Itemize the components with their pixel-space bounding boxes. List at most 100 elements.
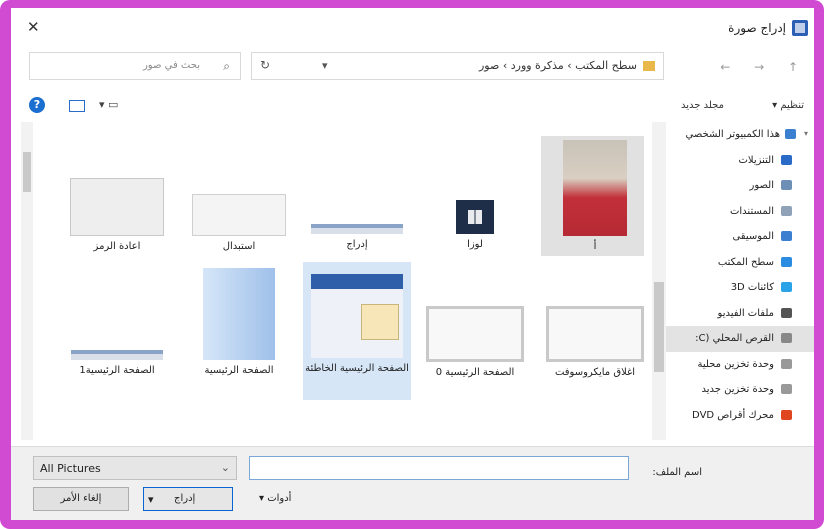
address-bar[interactable]: سطح المكتب › مذكرة وورد › صور ▾ ↻: [251, 52, 664, 80]
3d-objects-icon: [781, 282, 792, 292]
sidebar-item-label: سطح المكتب: [717, 256, 774, 268]
drive-icon: [781, 333, 792, 343]
folder-icon: [643, 61, 655, 71]
sidebar-item[interactable]: المستندات: [652, 199, 814, 225]
file-tile[interactable]: استبدال: [185, 136, 293, 256]
sidebar-item[interactable]: كائنات 3D: [652, 275, 814, 301]
nav-scrollbar[interactable]: [652, 122, 666, 440]
cancel-button[interactable]: إلغاء الأمر: [33, 487, 129, 511]
file-name-label: الصفحة الرئيسية: [204, 365, 274, 376]
bottom-bar: اسم الملف: All Pictures ⌄ أدوات ▾ إدراج …: [11, 446, 814, 520]
nav-arrow-buttons[interactable]: ← → ↑: [720, 60, 808, 74]
sidebar-item-label: الصور: [749, 180, 775, 191]
close-button[interactable]: ✕: [27, 18, 40, 36]
file-thumbnail: [70, 178, 164, 236]
file-tile[interactable]: اغلاق مايكروسوفت: [541, 262, 644, 382]
nav-scroll-thumb[interactable]: [654, 282, 664, 372]
file-name-label: أ: [593, 241, 597, 252]
pictures-icon: [781, 180, 792, 190]
drive-icon: [781, 384, 792, 394]
file-thumbnail: [546, 306, 644, 362]
navigation-pane: ▾ هذا الكمبيوتر الشخصي التنزيلات الصور المست…: [652, 122, 814, 440]
file-tile[interactable]: إدراج: [303, 136, 411, 256]
file-tile[interactable]: اعادة الرمز: [63, 136, 171, 256]
sidebar-item[interactable]: الموسيقى: [652, 224, 814, 250]
sidebar-item-label: وحدة تخزين محلية: [697, 358, 774, 370]
file-name-label: لوزا: [467, 239, 483, 250]
content-scrollbar[interactable]: [21, 122, 33, 440]
sidebar-item[interactable]: سطح المكتب: [652, 250, 814, 276]
file-thumbnail: [192, 194, 286, 236]
insert-button[interactable]: إدراج ▾: [143, 487, 233, 511]
navigation-tree: ▾ هذا الكمبيوتر الشخصي التنزيلات الصور المست…: [652, 122, 814, 428]
window-title: إدراج صورة: [728, 21, 786, 35]
new-folder-button[interactable]: مجلد جديد: [681, 100, 724, 111]
file-tile[interactable]: الصفحة الرئيسية1: [63, 262, 171, 382]
organize-button[interactable]: تنظيم ▾: [772, 100, 804, 111]
file-type-value: All Pictures: [40, 462, 101, 475]
file-thumbnail: [456, 200, 494, 234]
search-input[interactable]: بحث في صور: [143, 60, 200, 71]
file-list-pane: أ لوزا إدراج استبدال اعادة الرمز اغلاق مايكرو…: [21, 122, 644, 440]
sidebar-item-label: وحدة تخزين جديد: [701, 384, 774, 395]
sidebar-item-label: محرك أقراص DVD: [692, 409, 774, 421]
file-tile[interactable]: الصفحة الرئيسية الخاطئة: [303, 262, 411, 400]
insert-picture-dialog: إدراج صورة ✕ ← → ↑ سطح المكتب › مذكرة وو…: [11, 8, 814, 520]
search-icon: ⌕: [223, 59, 230, 73]
sidebar-item-label: الموسيقى: [732, 231, 774, 242]
tools-button[interactable]: أدوات ▾: [259, 493, 291, 504]
file-tile[interactable]: الصفحة الرئيسية: [185, 262, 293, 382]
sidebar-item-label: المستندات: [729, 205, 774, 217]
sidebar-item-label: التنزيلات: [738, 154, 774, 166]
file-name-label: استبدال: [222, 241, 256, 252]
help-button[interactable]: ?: [29, 97, 45, 113]
file-name-label: اغلاق مايكروسوفت: [554, 367, 636, 378]
sidebar-item[interactable]: محرك أقراص DVD: [652, 403, 814, 429]
file-name-label: الصفحة الرئيسية1: [79, 365, 155, 376]
file-thumbnail: [203, 268, 275, 360]
expand-caret-icon[interactable]: ▾: [804, 129, 808, 138]
sidebar-item[interactable]: الصور: [652, 173, 814, 199]
file-thumbnail: [311, 274, 403, 358]
content-scroll-thumb[interactable]: [23, 152, 31, 192]
file-name-label: الصفحة الرئيسية 0: [435, 367, 515, 378]
sidebar-item[interactable]: ▾ هذا الكمبيوتر الشخصي: [652, 122, 814, 148]
insert-label: إدراج: [174, 493, 196, 504]
file-type-select[interactable]: All Pictures ⌄: [33, 456, 237, 480]
breadcrumb[interactable]: سطح المكتب › مذكرة وورد › صور: [479, 59, 637, 72]
file-name-label: اعادة الرمز: [93, 241, 141, 252]
download-icon: [781, 154, 792, 165]
refresh-button[interactable]: ↻: [260, 58, 270, 72]
filename-input[interactable]: [249, 456, 629, 480]
chevron-down-icon[interactable]: ▾: [322, 59, 328, 72]
command-bar: تنظيم ▾ مجلد جديد ▾ ▭ ?: [11, 92, 814, 120]
sidebar-item[interactable]: وحدة تخزين جديد: [652, 377, 814, 403]
insert-dropdown-icon[interactable]: ▾: [148, 493, 154, 506]
views-button[interactable]: ▾ ▭: [99, 98, 118, 111]
file-tile[interactable]: الصفحة الرئيسية 0: [421, 262, 529, 382]
sidebar-item[interactable]: ملفات الفيديو: [652, 301, 814, 327]
sidebar-item[interactable]: القرص المحلي (C:: [652, 326, 814, 352]
file-tile[interactable]: أ: [541, 136, 644, 256]
sidebar-item-label: القرص المحلي (C:: [695, 333, 774, 344]
preview-pane-button[interactable]: [69, 100, 85, 112]
video-icon: [781, 307, 792, 318]
sidebar-item-label: كائنات 3D: [730, 282, 774, 293]
music-icon: [781, 231, 792, 241]
word-app-icon: [792, 20, 808, 36]
filename-label: اسم الملف:: [652, 467, 702, 478]
file-thumbnail: [563, 140, 627, 236]
desktop-icon: [781, 256, 792, 267]
dvd-drive-icon: [781, 409, 792, 420]
computer-icon: [785, 129, 796, 139]
sidebar-item[interactable]: التنزيلات: [652, 148, 814, 174]
navigation-row: ← → ↑ سطح المكتب › مذكرة وورد › صور ▾ ↻ …: [11, 52, 814, 82]
search-box[interactable]: بحث في صور ⌕: [29, 52, 241, 80]
file-tile[interactable]: لوزا: [421, 136, 529, 256]
file-thumbnail: [311, 224, 403, 234]
documents-icon: [781, 205, 792, 216]
chevron-down-icon: ⌄: [220, 461, 230, 474]
file-thumbnail: [426, 306, 524, 362]
sidebar-item[interactable]: وحدة تخزين محلية: [652, 352, 814, 378]
sidebar-item-label: هذا الكمبيوتر الشخصي: [685, 129, 781, 140]
